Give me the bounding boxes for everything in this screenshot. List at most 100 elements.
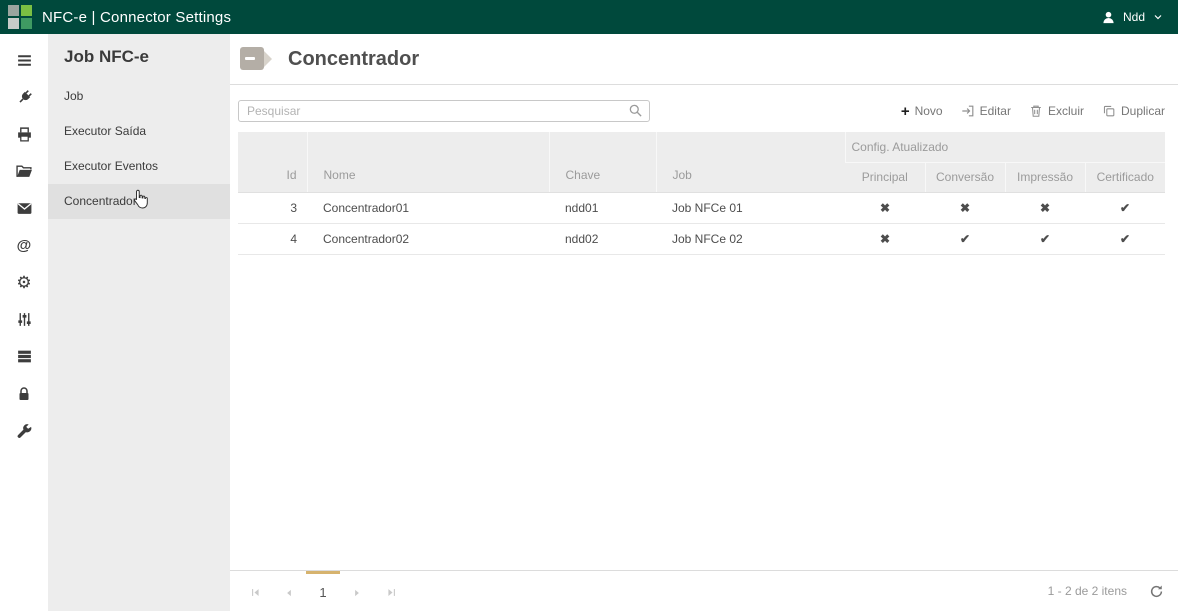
column-header-job[interactable]: Job xyxy=(656,132,845,192)
rail-item-mail[interactable] xyxy=(0,190,48,227)
rows-icon xyxy=(16,348,33,365)
column-header-chave[interactable]: Chave xyxy=(549,132,656,192)
duplicate-button-label: Duplicar xyxy=(1121,104,1165,118)
cross-icon: ✖ xyxy=(1005,192,1085,223)
sidebar-menu: JobExecutor SaídaExecutor EventosConcent… xyxy=(48,79,230,219)
current-page: 1 xyxy=(319,585,326,600)
user-menu[interactable]: Ndd xyxy=(1101,10,1164,25)
new-button[interactable]: + Novo xyxy=(901,104,943,119)
pager-bar: 1 1 - 2 de 2 itens xyxy=(230,570,1178,611)
check-icon: ✔ xyxy=(1005,223,1085,254)
plug-icon xyxy=(16,89,33,106)
cross-icon: ✖ xyxy=(925,192,1005,223)
search-box xyxy=(238,100,650,122)
topbar: NFC-e | Connector Settings Ndd xyxy=(0,0,1178,34)
gear-icon: ⚙ xyxy=(16,274,31,291)
cross-icon: ✖ xyxy=(845,223,925,254)
delete-button[interactable]: Excluir xyxy=(1029,104,1084,118)
page-title: Concentrador xyxy=(288,48,419,71)
printer-icon xyxy=(16,126,33,143)
items-summary: 1 - 2 de 2 itens xyxy=(1048,584,1127,598)
column-header-impressao[interactable]: Impressão xyxy=(1005,162,1085,192)
user-icon xyxy=(1101,10,1116,25)
edit-button[interactable]: Editar xyxy=(961,104,1011,118)
refresh-icon xyxy=(1149,584,1164,599)
wrench-icon xyxy=(16,422,33,439)
column-header-nome[interactable]: Nome xyxy=(307,132,549,192)
edit-button-label: Editar xyxy=(980,104,1011,118)
app-title: NFC-e | Connector Settings xyxy=(42,9,1101,26)
trash-icon xyxy=(1029,104,1043,118)
delete-button-label: Excluir xyxy=(1048,104,1084,118)
cell-nome: Concentrador01 xyxy=(307,192,549,223)
lock-icon xyxy=(16,386,32,402)
page-number-button[interactable]: 1 xyxy=(306,571,340,611)
rail-item-connector[interactable] xyxy=(0,79,48,116)
table-header: Id Nome Chave Job Config. Atualizado Pri… xyxy=(238,132,1165,192)
table-row[interactable]: 4Concentrador02ndd02Job NFCe 02✖✔✔✔ xyxy=(238,223,1165,254)
main-content: Concentrador + Novo Editar xyxy=(230,34,1178,611)
column-header-certificado[interactable]: Certificado xyxy=(1085,162,1165,192)
refresh-button[interactable] xyxy=(1149,584,1164,599)
table-row[interactable]: 3Concentrador01ndd01Job NFCe 01✖✖✖✔ xyxy=(238,192,1165,223)
rail-item-connector-settings[interactable] xyxy=(0,301,48,338)
first-page-icon xyxy=(250,587,261,598)
cell-job: Job NFCe 01 xyxy=(656,192,845,223)
plus-icon: + xyxy=(901,104,910,119)
sliders-icon xyxy=(16,311,33,328)
next-page-button[interactable] xyxy=(340,571,374,611)
table-body: 3Concentrador01ndd01Job NFCe 01✖✖✖✔4Conc… xyxy=(238,192,1165,254)
check-icon: ✔ xyxy=(1085,192,1165,223)
column-header-conversao[interactable]: Conversão xyxy=(925,162,1005,192)
prev-page-icon xyxy=(284,588,294,598)
rail-item-menu[interactable] xyxy=(0,42,48,79)
sidebar-item-executor-sa-da[interactable]: Executor Saída xyxy=(48,114,230,149)
cell-nome: Concentrador02 xyxy=(307,223,549,254)
cell-id: 4 xyxy=(238,223,307,254)
column-header-principal[interactable]: Principal xyxy=(845,162,925,192)
last-page-icon xyxy=(386,587,397,598)
edit-icon xyxy=(961,104,975,118)
search-icon[interactable] xyxy=(628,103,643,123)
rail-item-queues[interactable] xyxy=(0,338,48,375)
rail-item-settings[interactable]: ⚙ xyxy=(0,264,48,301)
app-window: NFC-e | Connector Settings Ndd @ xyxy=(0,0,1178,611)
last-page-button[interactable] xyxy=(374,571,408,611)
rail-item-tools[interactable] xyxy=(0,412,48,449)
user-name: Ndd xyxy=(1123,10,1145,24)
next-page-icon xyxy=(352,588,362,598)
duplicate-icon xyxy=(1102,104,1116,118)
rail-item-at[interactable]: @ xyxy=(0,227,48,264)
app-logo-icon xyxy=(8,5,32,29)
cell-chave: ndd02 xyxy=(549,223,656,254)
cross-icon: ✖ xyxy=(845,192,925,223)
menu-icon xyxy=(16,52,33,69)
content-area: + Novo Editar Excluir Duplicar xyxy=(230,85,1178,570)
cell-chave: ndd01 xyxy=(549,192,656,223)
page-icon xyxy=(238,43,274,75)
cell-id: 3 xyxy=(238,192,307,223)
grid-toolbar: + Novo Editar Excluir Duplicar xyxy=(901,104,1165,119)
sidebar-item-job[interactable]: Job xyxy=(48,79,230,114)
sidebar-item-concentrador[interactable]: Concentrador xyxy=(48,184,230,219)
column-header-id[interactable]: Id xyxy=(238,132,307,192)
rail-item-folder[interactable] xyxy=(0,153,48,190)
search-input[interactable] xyxy=(238,100,650,122)
first-page-button[interactable] xyxy=(238,571,272,611)
at-sign-icon: @ xyxy=(17,237,32,254)
sidebar-item-executor-eventos[interactable]: Executor Eventos xyxy=(48,149,230,184)
page-header: Concentrador xyxy=(230,34,1178,85)
prev-page-button[interactable] xyxy=(272,571,306,611)
column-group-config-atualizado: Config. Atualizado xyxy=(845,132,1165,162)
rail-item-security[interactable] xyxy=(0,375,48,412)
duplicate-button[interactable]: Duplicar xyxy=(1102,104,1165,118)
sidebar-title: Job NFC-e xyxy=(48,34,230,79)
new-button-label: Novo xyxy=(915,104,943,118)
check-icon: ✔ xyxy=(1085,223,1165,254)
rail-item-printer[interactable] xyxy=(0,116,48,153)
data-table: Id Nome Chave Job Config. Atualizado Pri… xyxy=(238,132,1165,255)
cell-job: Job NFCe 02 xyxy=(656,223,845,254)
pager: 1 xyxy=(238,571,408,611)
envelope-icon xyxy=(16,200,33,217)
sidebar: Job NFC-e JobExecutor SaídaExecutor Even… xyxy=(48,34,230,611)
